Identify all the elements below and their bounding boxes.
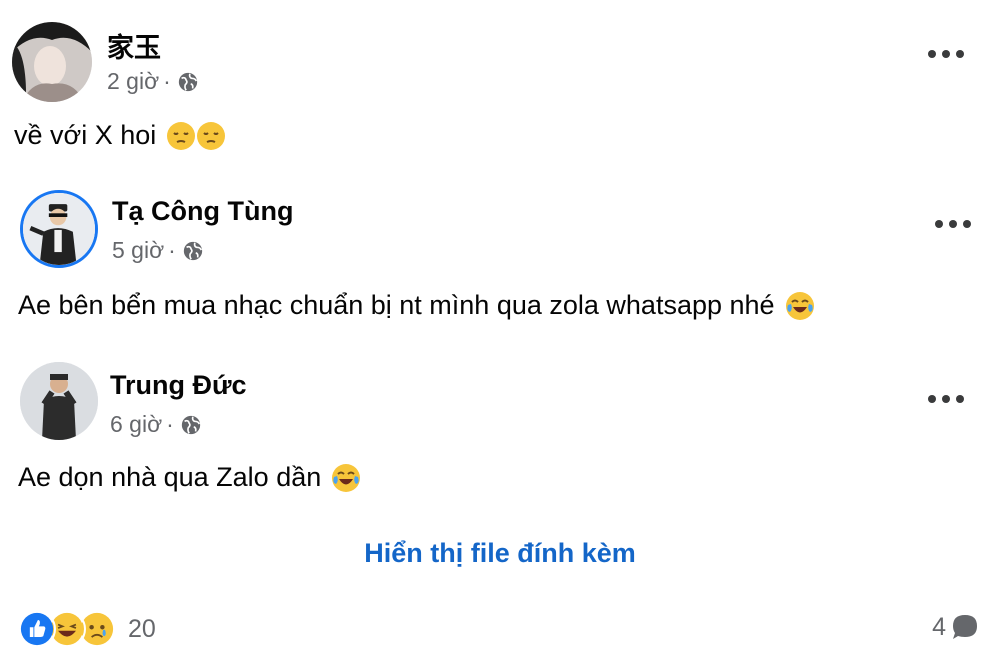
reaction-count: 20 (128, 614, 156, 643)
post-text: về với X hoi (14, 120, 157, 150)
timestamp[interactable]: 5 giờ (112, 237, 164, 264)
timestamp[interactable]: 2 giờ (107, 68, 159, 95)
post-footer: 20 4 (0, 608, 1000, 654)
separator: · (163, 68, 171, 94)
avatar-image (20, 362, 98, 440)
pensive-emoji-icon (197, 121, 226, 150)
avatar-image (23, 193, 95, 265)
pensive-emoji-icon (167, 121, 196, 150)
show-attachment-link[interactable]: Hiển thị file đính kèm (0, 538, 1000, 569)
post-meta: 6 giờ · (110, 411, 202, 438)
avatar[interactable] (12, 22, 92, 102)
comment-count: 4 (932, 612, 946, 641)
post-meta: 2 giờ · (107, 68, 199, 95)
separator: · (168, 237, 176, 263)
post-meta: 5 giờ · (112, 237, 204, 264)
comment-count-button[interactable]: 4 (932, 612, 980, 642)
avatar[interactable] (20, 362, 98, 440)
like-icon (18, 610, 56, 648)
author-name[interactable]: 家玉 (107, 26, 161, 65)
timestamp[interactable]: 6 giờ (110, 411, 162, 438)
post-text: Ae dọn nhà qua Zalo dần (18, 462, 322, 492)
more-options-button[interactable] (928, 48, 964, 60)
reactions-summary[interactable]: 20 (18, 610, 156, 648)
tears-of-joy-emoji-icon (332, 463, 361, 492)
globe-icon (178, 72, 198, 91)
more-options-button[interactable] (935, 218, 971, 230)
post-text-row: Ae dọn nhà qua Zalo dần (18, 462, 361, 493)
post-text-row: về với X hoi (14, 120, 226, 151)
author-name[interactable]: Trung Đức (110, 370, 247, 401)
comment-bubble-icon (953, 615, 977, 639)
separator: · (166, 411, 174, 437)
post-text-row: Ae bên bển mua nhạc chuẩn bị nt mình qua… (18, 290, 815, 321)
author-name[interactable]: Tạ Công Tùng (112, 196, 293, 227)
tears-of-joy-emoji-icon (785, 291, 814, 320)
post-text: Ae bên bển mua nhạc chuẩn bị nt mình qua… (18, 290, 775, 320)
globe-icon (183, 241, 203, 260)
avatar[interactable] (20, 190, 98, 268)
globe-icon (181, 415, 201, 434)
avatar-image (12, 22, 92, 102)
more-options-button[interactable] (928, 393, 964, 405)
